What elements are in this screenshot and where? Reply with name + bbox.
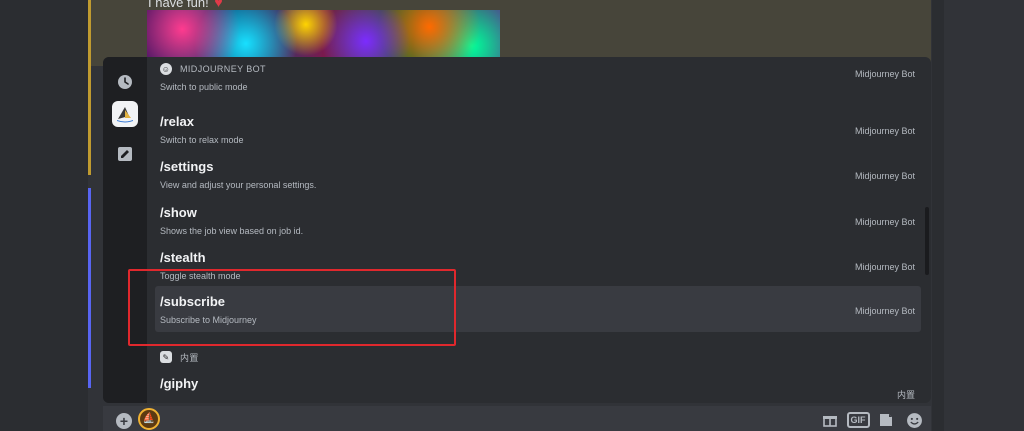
emoji-icon[interactable] bbox=[905, 411, 923, 429]
builtin-section-icon: ✎ bbox=[160, 351, 172, 363]
command-name: /giphy bbox=[160, 376, 199, 391]
command-description: Toggle stealth mode bbox=[160, 271, 241, 281]
builtin-icon[interactable] bbox=[112, 141, 138, 167]
command-item-settings[interactable]: /settings View and adjust your personal … bbox=[155, 151, 921, 197]
message-text: I have fun! ♥ bbox=[148, 0, 223, 10]
section-header-builtin: ✎ 内置 bbox=[160, 347, 199, 367]
command-item-subscribe[interactable]: /subscribe Subscribe to Midjourney Midjo… bbox=[155, 286, 921, 332]
message-composer[interactable]: + ⛵ GIF bbox=[103, 406, 931, 431]
sticker-icon[interactable] bbox=[877, 411, 895, 429]
command-source: 内置 bbox=[896, 390, 915, 400]
command-name: /subscribe bbox=[160, 294, 226, 309]
slash-command-popup: ☺ MIDJOURNEY BOT Switch to public mode M… bbox=[103, 57, 931, 403]
command-source: Midjourney Bot bbox=[854, 171, 915, 181]
gif-label: GIF bbox=[846, 412, 870, 428]
gift-icon[interactable] bbox=[821, 411, 839, 429]
midjourney-bot-icon[interactable] bbox=[112, 101, 138, 127]
message-image-preview[interactable] bbox=[147, 10, 500, 58]
command-item-stealth[interactable]: /stealth Toggle stealth mode Midjourney … bbox=[155, 242, 921, 288]
command-description: Subscribe to Midjourney bbox=[160, 315, 257, 325]
left-sidebar bbox=[0, 0, 88, 431]
section-title: 内置 bbox=[180, 352, 199, 363]
command-category-rail bbox=[103, 57, 147, 403]
command-list: ☺ MIDJOURNEY BOT Switch to public mode M… bbox=[155, 57, 921, 403]
command-item-show[interactable]: /show Shows the job view based on job id… bbox=[155, 197, 921, 243]
popup-scrollbar[interactable] bbox=[925, 207, 929, 275]
midjourney-avatar-icon[interactable]: ⛵ bbox=[138, 408, 160, 430]
command-description: Shows the job view based on job id. bbox=[160, 226, 304, 236]
chat-scrollbar-track[interactable] bbox=[932, 0, 944, 431]
message-content: I have fun! bbox=[148, 0, 209, 10]
command-description: Switch to public mode bbox=[160, 82, 248, 92]
command-source: Midjourney Bot bbox=[854, 262, 915, 272]
command-item-giphy[interactable]: /giphy 内置 bbox=[155, 368, 921, 403]
command-name: /settings bbox=[160, 159, 214, 174]
command-name: /show bbox=[160, 205, 197, 220]
command-item-relax[interactable]: /relax Switch to relax mode Midjourney B… bbox=[155, 106, 921, 152]
gif-icon[interactable]: GIF bbox=[846, 411, 870, 429]
command-name: /relax bbox=[160, 114, 194, 129]
command-source: Midjourney Bot bbox=[854, 126, 915, 136]
command-description: View and adjust your personal settings. bbox=[160, 180, 317, 190]
command-source: Midjourney Bot bbox=[854, 69, 915, 79]
command-item-public[interactable]: Switch to public mode Midjourney Bot bbox=[155, 57, 921, 99]
command-description: Switch to relax mode bbox=[160, 135, 244, 145]
heart-emoji-icon: ♥ bbox=[214, 0, 223, 10]
command-source: Midjourney Bot bbox=[854, 306, 915, 316]
composer-actions: GIF bbox=[821, 411, 923, 429]
command-source: Midjourney Bot bbox=[854, 217, 915, 227]
clock-icon[interactable] bbox=[112, 69, 138, 95]
command-name: /stealth bbox=[160, 250, 206, 265]
unread-indicator-bar bbox=[88, 188, 91, 388]
add-attachment-icon[interactable]: + bbox=[116, 413, 132, 429]
